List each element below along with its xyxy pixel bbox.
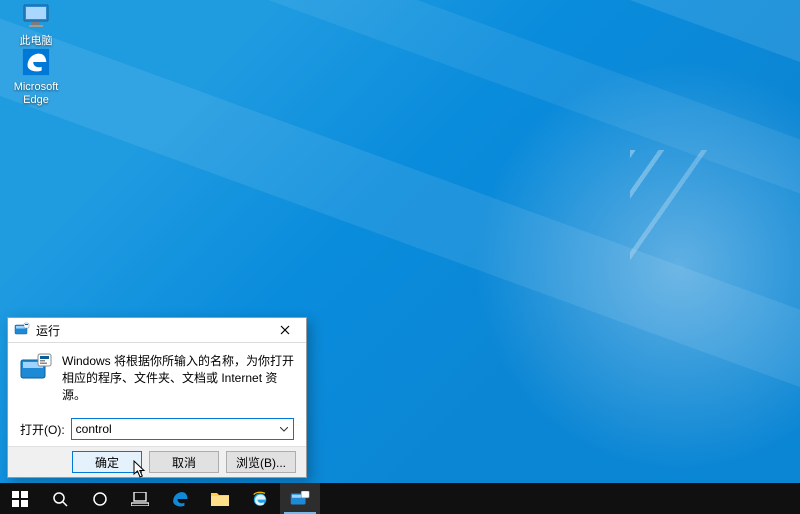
cortana-icon	[92, 491, 108, 507]
windows-logo-icon	[12, 491, 28, 507]
run-icon	[290, 491, 310, 507]
file-explorer-icon	[211, 491, 229, 507]
dialog-message: Windows 将根据你所输入的名称，为你打开相应的程序、文件夹、文档或 Int…	[62, 353, 294, 404]
edge-icon	[20, 46, 52, 78]
cortana-button[interactable]	[80, 483, 120, 514]
start-button[interactable]	[0, 483, 40, 514]
run-dialog-window: 运行 Windows 将根	[7, 317, 307, 478]
close-button[interactable]	[266, 318, 304, 342]
taskbar	[0, 483, 800, 514]
edge-icon	[170, 489, 190, 509]
desktop-icon-edge[interactable]: Microsoft Edge	[5, 46, 67, 107]
cancel-button[interactable]: 取消	[149, 451, 219, 473]
run-large-icon	[20, 353, 52, 385]
this-pc-icon	[20, 0, 52, 32]
desktop-wallpaper[interactable]: 此电脑 Microsoft Edge 运行	[0, 0, 800, 483]
dialog-body: Windows 将根据你所输入的名称，为你打开相应的程序、文件夹、文档或 Int…	[8, 343, 306, 446]
taskbar-app-run-dialog[interactable]	[280, 483, 320, 514]
title-bar[interactable]: 运行	[8, 318, 306, 343]
open-input[interactable]	[71, 418, 294, 440]
run-icon	[14, 322, 30, 338]
close-icon	[280, 325, 290, 335]
ok-button[interactable]: 确定	[72, 451, 142, 473]
search-icon	[52, 491, 68, 507]
browse-button[interactable]: 浏览(B)...	[226, 451, 296, 473]
taskbar-app-edge[interactable]	[160, 483, 200, 514]
open-label: 打开(O):	[20, 421, 65, 438]
desktop-icon-this-pc[interactable]: 此电脑	[5, 0, 67, 48]
chevron-down-icon	[280, 427, 288, 432]
taskbar-app-file-explorer[interactable]	[200, 483, 240, 514]
open-combobox[interactable]	[71, 418, 294, 440]
combobox-dropdown-button[interactable]	[275, 419, 293, 439]
dialog-button-row: 确定 取消 浏览(B)...	[8, 446, 306, 477]
task-view-icon	[131, 492, 149, 506]
dialog-title: 运行	[36, 322, 266, 339]
taskbar-app-ie[interactable]	[240, 483, 280, 514]
task-view-button[interactable]	[120, 483, 160, 514]
search-button[interactable]	[40, 483, 80, 514]
ie-icon	[250, 489, 270, 509]
desktop-icon-label: Microsoft Edge	[5, 81, 67, 107]
